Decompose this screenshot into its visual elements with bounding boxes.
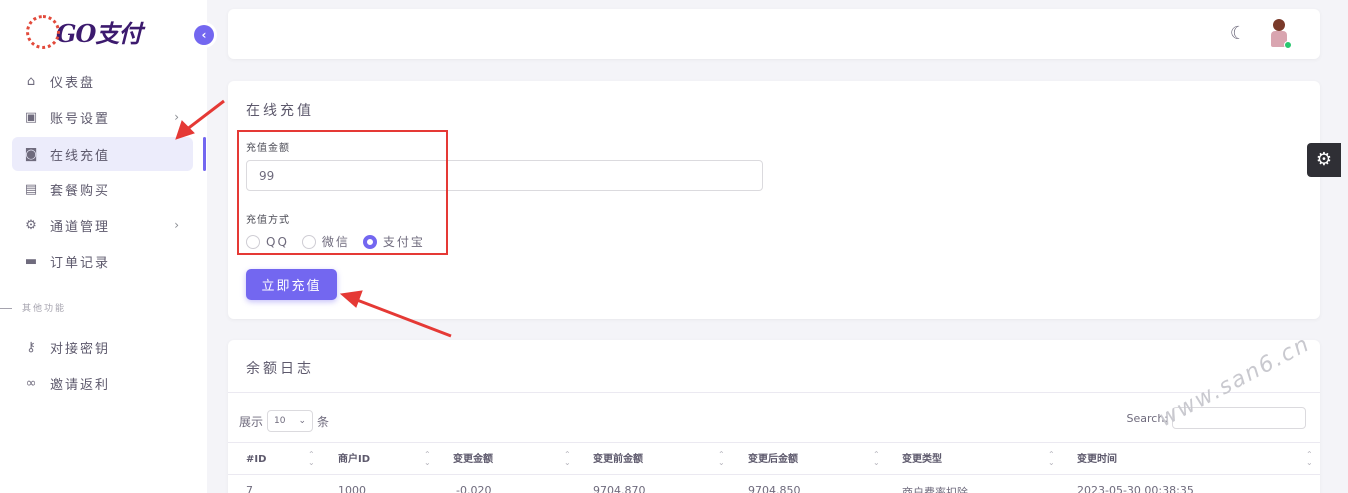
sidebar: GO支付 ⌂ 仪表盘 ▣ 账号设置 › ◙ 在线充值 ▤ 套餐购买 ⚙ 通道管理… bbox=[0, 0, 207, 493]
show-suffix: 条 bbox=[317, 414, 330, 429]
annotation-highlight-box bbox=[237, 130, 448, 255]
section-label-other: 其他功能 bbox=[0, 301, 66, 314]
moon-icon[interactable]: ☾ bbox=[1230, 23, 1246, 44]
sort-icon[interactable]: ⌃ ⌄ bbox=[308, 451, 315, 467]
search-control: Search: bbox=[1127, 407, 1306, 429]
column-header-change-type[interactable]: 变更类型 bbox=[902, 443, 942, 476]
sort-icon[interactable]: ⌃ ⌄ bbox=[873, 451, 880, 467]
avatar-head bbox=[1273, 19, 1285, 31]
top-navbar: ☾ bbox=[228, 9, 1320, 59]
logo-text: GO支付 bbox=[56, 19, 142, 48]
divider bbox=[228, 392, 1320, 393]
link-icon: ∞ bbox=[25, 375, 39, 391]
sidebar-item-order-records[interactable]: ▬ 订单记录 bbox=[12, 244, 193, 278]
sidebar-item-api-keys[interactable]: ⚷ 对接密钥 bbox=[12, 330, 193, 364]
sidebar-item-label: 套餐购买 bbox=[50, 183, 111, 199]
logo-ring-icon bbox=[26, 14, 60, 49]
active-indicator bbox=[203, 137, 206, 171]
sort-icon[interactable]: ⌃ ⌄ bbox=[564, 451, 571, 467]
page-size-control: 展示 10 ⌄ 条 bbox=[239, 410, 329, 432]
wallet-icon: ◙ bbox=[24, 146, 40, 162]
sidebar-item-label: 仪表盘 bbox=[50, 75, 96, 91]
sidebar-item-dashboard[interactable]: ⌂ 仪表盘 bbox=[12, 64, 193, 98]
online-status-dot bbox=[1284, 41, 1292, 49]
cell-id: 7 bbox=[246, 484, 253, 493]
column-header-before-amount[interactable]: 变更前金额 bbox=[593, 443, 643, 476]
key-icon: ⚷ bbox=[26, 339, 38, 355]
log-title: 余额日志 bbox=[246, 361, 314, 377]
cell-after-amount: 9704.850 bbox=[748, 484, 801, 493]
balance-log-card: 余额日志 展示 10 ⌄ 条 Search: #ID ⌃ ⌄ 商户ID ⌃ ⌄ 变更… bbox=[228, 340, 1320, 493]
sidebar-item-label: 对接密钥 bbox=[50, 341, 111, 357]
cell-change-type: 商户费率扣除 bbox=[902, 486, 968, 493]
profile-icon: ▣ bbox=[24, 109, 40, 125]
home-icon: ⌂ bbox=[26, 73, 38, 89]
column-header-after-amount[interactable]: 变更后金额 bbox=[748, 443, 798, 476]
chevron-right-icon: › bbox=[174, 110, 181, 124]
page-size-value: 10 bbox=[274, 416, 286, 426]
chevron-down-icon: ⌄ bbox=[298, 416, 307, 426]
cell-change-amount: -0.020 bbox=[456, 484, 492, 493]
show-prefix: 展示 bbox=[239, 414, 264, 429]
column-header-change-time[interactable]: 变更时间 bbox=[1077, 443, 1117, 476]
collapse-sidebar-button[interactable]: ‹ bbox=[194, 25, 214, 45]
sort-icon[interactable]: ⌃ ⌄ bbox=[424, 451, 431, 467]
sort-icon[interactable]: ⌃ ⌄ bbox=[718, 451, 725, 467]
column-header-merchant-id[interactable]: 商户ID bbox=[338, 443, 370, 476]
cell-before-amount: 9704.870 bbox=[593, 484, 646, 493]
sidebar-item-label: 邀请返利 bbox=[50, 377, 111, 393]
cell-change-time: 2023-05-30 00:38:35 bbox=[1077, 484, 1194, 493]
sidebar-item-channel-management[interactable]: ⚙ 通道管理 › bbox=[12, 208, 193, 242]
sidebar-item-account-settings[interactable]: ▣ 账号设置 › bbox=[12, 100, 193, 134]
sort-icon[interactable]: ⌃ ⌄ bbox=[1048, 451, 1055, 467]
recharge-title: 在线充值 bbox=[246, 103, 314, 119]
avatar[interactable] bbox=[1266, 19, 1292, 49]
table-header: #ID ⌃ ⌄ 商户ID ⌃ ⌄ 变更金额 ⌃ ⌄ 变更前金额 ⌃ ⌄ 变更后金额 ⌃ ⌄… bbox=[228, 442, 1320, 475]
cell-merchant-id: 1000 bbox=[338, 484, 366, 493]
settings-gear-icon[interactable]: ⚙ bbox=[1307, 143, 1341, 177]
column-header-change-amount[interactable]: 变更金额 bbox=[453, 443, 493, 476]
recharge-submit-button[interactable]: 立即充值 bbox=[246, 269, 337, 300]
sidebar-item-label: 订单记录 bbox=[50, 255, 111, 271]
sort-icon[interactable]: ⌃ ⌄ bbox=[1306, 451, 1313, 467]
column-header-id[interactable]: #ID bbox=[246, 443, 266, 476]
sidebar-item-label: 在线充值 bbox=[50, 148, 111, 164]
card-icon: ▬ bbox=[24, 253, 40, 269]
brand-logo[interactable]: GO支付 bbox=[26, 14, 142, 49]
gear-icon: ⚙ bbox=[25, 217, 39, 233]
sidebar-item-label: 通道管理 bbox=[50, 219, 111, 235]
page-size-select[interactable]: 10 ⌄ bbox=[267, 410, 314, 432]
sidebar-item-online-recharge[interactable]: ◙ 在线充值 bbox=[12, 137, 193, 171]
bag-icon: ▤ bbox=[24, 181, 40, 197]
sidebar-item-package-purchase[interactable]: ▤ 套餐购买 bbox=[12, 172, 193, 206]
sidebar-item-label: 账号设置 bbox=[50, 111, 111, 127]
table-row[interactable]: 7 1000 -0.020 9704.870 9704.850 商户费率扣除 2… bbox=[228, 475, 1320, 493]
chevron-right-icon: › bbox=[174, 218, 181, 232]
sidebar-item-referral[interactable]: ∞ 邀请返利 bbox=[12, 366, 193, 400]
